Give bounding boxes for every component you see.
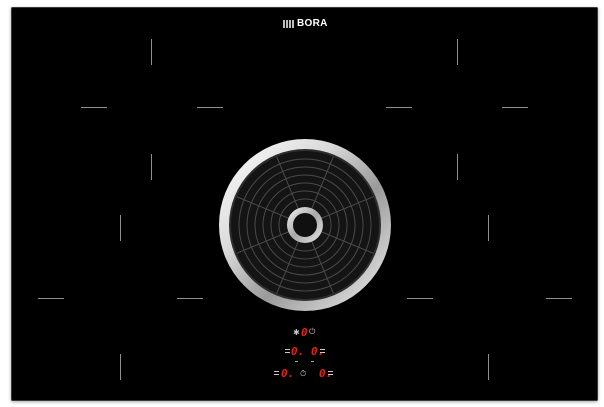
zone-marker-front-left-bottom (120, 354, 121, 380)
zone-marker-rear-left-top (151, 39, 152, 65)
front-left-slider-icon[interactable] (274, 371, 279, 377)
zone-marker-front-left-right (177, 298, 203, 299)
cooktop-surface: BORA ✱ 0 ⏻ 0. 0. 0. ⏱ 0. (11, 7, 598, 401)
zone-marker-rear-right-left (386, 107, 412, 108)
brand-stripes-icon (283, 20, 294, 28)
zone-marker-rear-right-right (502, 107, 528, 108)
zone-marker-front-left-top (120, 215, 121, 241)
zone-marker-rear-left-bottom (151, 154, 152, 180)
zone-marker-front-right-right (546, 298, 572, 299)
power-symbol-icon[interactable]: ⏻ (309, 327, 315, 337)
zone-marker-front-right-left (407, 298, 433, 299)
zone-marker-rear-right-bottom (457, 154, 458, 180)
zone-marker-rear-left-right (197, 107, 223, 108)
zone-marker-front-right-top (488, 215, 489, 241)
rear-right-slider-icon[interactable] (320, 349, 325, 355)
brand-logo: BORA (283, 18, 328, 30)
rear-left-indicator (295, 361, 298, 362)
zone-marker-rear-right-top (457, 39, 458, 65)
extractor-vent[interactable] (217, 137, 393, 313)
brand-name: BORA (297, 18, 328, 29)
zone-marker-front-right-bottom (488, 354, 489, 380)
rear-left-level-display: 0. (291, 345, 305, 358)
timer-icon[interactable]: ⏱ (300, 369, 306, 379)
extractor-level-display: 0 (301, 326, 308, 339)
rear-right-indicator (311, 361, 314, 362)
front-left-level-display: 0. (281, 367, 295, 380)
front-right-slider-icon[interactable] (328, 371, 333, 377)
extractor-hub-center (293, 213, 317, 237)
zone-marker-front-left-left (38, 298, 64, 299)
rear-left-slider-icon[interactable] (285, 349, 290, 355)
zone-marker-rear-left-left (81, 107, 107, 108)
fan-icon[interactable]: ✱ (293, 328, 300, 338)
